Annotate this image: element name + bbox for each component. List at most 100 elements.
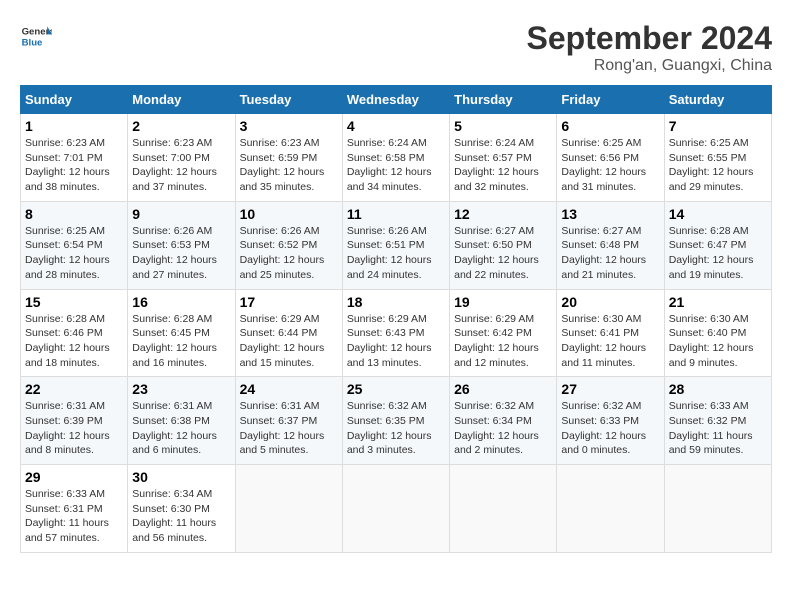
day-number: 23 — [132, 381, 230, 397]
calendar-day-cell: 9 Sunrise: 6:26 AM Sunset: 6:53 PM Dayli… — [128, 201, 235, 289]
calendar-day-cell: 20 Sunrise: 6:30 AM Sunset: 6:41 PM Dayl… — [557, 289, 664, 377]
day-detail: Sunrise: 6:31 AM Sunset: 6:39 PM Dayligh… — [25, 399, 123, 458]
calendar-day-cell: 22 Sunrise: 6:31 AM Sunset: 6:39 PM Dayl… — [21, 377, 128, 465]
calendar-day-cell — [664, 465, 771, 553]
day-number: 15 — [25, 294, 123, 310]
day-number: 5 — [454, 118, 552, 134]
day-detail: Sunrise: 6:29 AM Sunset: 6:43 PM Dayligh… — [347, 312, 445, 371]
day-number: 20 — [561, 294, 659, 310]
calendar-day-cell: 10 Sunrise: 6:26 AM Sunset: 6:52 PM Dayl… — [235, 201, 342, 289]
day-number: 25 — [347, 381, 445, 397]
calendar-day-cell — [450, 465, 557, 553]
day-number: 27 — [561, 381, 659, 397]
calendar-day-cell: 30 Sunrise: 6:34 AM Sunset: 6:30 PM Dayl… — [128, 465, 235, 553]
location: Rong'an, Guangxi, China — [527, 57, 772, 75]
day-of-week-header: Tuesday — [235, 86, 342, 114]
day-detail: Sunrise: 6:32 AM Sunset: 6:34 PM Dayligh… — [454, 399, 552, 458]
calendar-week-row: 8 Sunrise: 6:25 AM Sunset: 6:54 PM Dayli… — [21, 201, 772, 289]
day-number: 4 — [347, 118, 445, 134]
day-detail: Sunrise: 6:30 AM Sunset: 6:40 PM Dayligh… — [669, 312, 767, 371]
calendar-day-cell: 2 Sunrise: 6:23 AM Sunset: 7:00 PM Dayli… — [128, 114, 235, 202]
day-detail: Sunrise: 6:30 AM Sunset: 6:41 PM Dayligh… — [561, 312, 659, 371]
calendar-day-cell: 26 Sunrise: 6:32 AM Sunset: 6:34 PM Dayl… — [450, 377, 557, 465]
calendar-day-cell: 14 Sunrise: 6:28 AM Sunset: 6:47 PM Dayl… — [664, 201, 771, 289]
day-detail: Sunrise: 6:33 AM Sunset: 6:32 PM Dayligh… — [669, 399, 767, 458]
day-detail: Sunrise: 6:31 AM Sunset: 6:37 PM Dayligh… — [240, 399, 338, 458]
calendar-week-row: 15 Sunrise: 6:28 AM Sunset: 6:46 PM Dayl… — [21, 289, 772, 377]
calendar-week-row: 1 Sunrise: 6:23 AM Sunset: 7:01 PM Dayli… — [21, 114, 772, 202]
month-title: September 2024 — [527, 20, 772, 57]
calendar-day-cell: 25 Sunrise: 6:32 AM Sunset: 6:35 PM Dayl… — [342, 377, 449, 465]
calendar-day-cell: 3 Sunrise: 6:23 AM Sunset: 6:59 PM Dayli… — [235, 114, 342, 202]
calendar-day-cell: 18 Sunrise: 6:29 AM Sunset: 6:43 PM Dayl… — [342, 289, 449, 377]
day-number: 17 — [240, 294, 338, 310]
day-number: 24 — [240, 381, 338, 397]
calendar-day-cell: 15 Sunrise: 6:28 AM Sunset: 6:46 PM Dayl… — [21, 289, 128, 377]
calendar-day-cell: 21 Sunrise: 6:30 AM Sunset: 6:40 PM Dayl… — [664, 289, 771, 377]
calendar-day-cell: 7 Sunrise: 6:25 AM Sunset: 6:55 PM Dayli… — [664, 114, 771, 202]
day-detail: Sunrise: 6:28 AM Sunset: 6:47 PM Dayligh… — [669, 224, 767, 283]
calendar-day-cell: 5 Sunrise: 6:24 AM Sunset: 6:57 PM Dayli… — [450, 114, 557, 202]
day-detail: Sunrise: 6:28 AM Sunset: 6:46 PM Dayligh… — [25, 312, 123, 371]
day-of-week-header: Thursday — [450, 86, 557, 114]
calendar-table: SundayMondayTuesdayWednesdayThursdayFrid… — [20, 85, 772, 553]
page-header: General Blue September 2024 Rong'an, Gua… — [20, 20, 772, 75]
calendar-header-row: SundayMondayTuesdayWednesdayThursdayFrid… — [21, 86, 772, 114]
calendar-day-cell: 19 Sunrise: 6:29 AM Sunset: 6:42 PM Dayl… — [450, 289, 557, 377]
day-detail: Sunrise: 6:23 AM Sunset: 7:00 PM Dayligh… — [132, 136, 230, 195]
day-number: 13 — [561, 206, 659, 222]
day-number: 22 — [25, 381, 123, 397]
day-detail: Sunrise: 6:26 AM Sunset: 6:53 PM Dayligh… — [132, 224, 230, 283]
day-detail: Sunrise: 6:32 AM Sunset: 6:35 PM Dayligh… — [347, 399, 445, 458]
day-number: 30 — [132, 469, 230, 485]
day-number: 11 — [347, 206, 445, 222]
calendar-day-cell: 27 Sunrise: 6:32 AM Sunset: 6:33 PM Dayl… — [557, 377, 664, 465]
calendar-day-cell: 16 Sunrise: 6:28 AM Sunset: 6:45 PM Dayl… — [128, 289, 235, 377]
svg-text:Blue: Blue — [22, 38, 43, 49]
day-number: 6 — [561, 118, 659, 134]
calendar-day-cell: 24 Sunrise: 6:31 AM Sunset: 6:37 PM Dayl… — [235, 377, 342, 465]
day-number: 26 — [454, 381, 552, 397]
calendar-day-cell: 28 Sunrise: 6:33 AM Sunset: 6:32 PM Dayl… — [664, 377, 771, 465]
day-detail: Sunrise: 6:25 AM Sunset: 6:54 PM Dayligh… — [25, 224, 123, 283]
logo: General Blue — [20, 20, 52, 52]
day-number: 28 — [669, 381, 767, 397]
calendar-day-cell: 6 Sunrise: 6:25 AM Sunset: 6:56 PM Dayli… — [557, 114, 664, 202]
day-detail: Sunrise: 6:33 AM Sunset: 6:31 PM Dayligh… — [25, 487, 123, 546]
day-detail: Sunrise: 6:31 AM Sunset: 6:38 PM Dayligh… — [132, 399, 230, 458]
calendar-day-cell: 8 Sunrise: 6:25 AM Sunset: 6:54 PM Dayli… — [21, 201, 128, 289]
day-of-week-header: Monday — [128, 86, 235, 114]
calendar-day-cell: 17 Sunrise: 6:29 AM Sunset: 6:44 PM Dayl… — [235, 289, 342, 377]
day-number: 7 — [669, 118, 767, 134]
day-of-week-header: Friday — [557, 86, 664, 114]
calendar-day-cell — [342, 465, 449, 553]
title-block: September 2024 Rong'an, Guangxi, China — [527, 20, 772, 75]
calendar-day-cell: 12 Sunrise: 6:27 AM Sunset: 6:50 PM Dayl… — [450, 201, 557, 289]
day-number: 16 — [132, 294, 230, 310]
day-detail: Sunrise: 6:24 AM Sunset: 6:57 PM Dayligh… — [454, 136, 552, 195]
day-number: 10 — [240, 206, 338, 222]
day-of-week-header: Wednesday — [342, 86, 449, 114]
day-number: 19 — [454, 294, 552, 310]
day-number: 8 — [25, 206, 123, 222]
calendar-day-cell: 1 Sunrise: 6:23 AM Sunset: 7:01 PM Dayli… — [21, 114, 128, 202]
calendar-day-cell — [557, 465, 664, 553]
calendar-day-cell: 11 Sunrise: 6:26 AM Sunset: 6:51 PM Dayl… — [342, 201, 449, 289]
day-number: 2 — [132, 118, 230, 134]
day-number: 14 — [669, 206, 767, 222]
day-detail: Sunrise: 6:23 AM Sunset: 6:59 PM Dayligh… — [240, 136, 338, 195]
day-detail: Sunrise: 6:27 AM Sunset: 6:50 PM Dayligh… — [454, 224, 552, 283]
day-number: 29 — [25, 469, 123, 485]
day-detail: Sunrise: 6:24 AM Sunset: 6:58 PM Dayligh… — [347, 136, 445, 195]
logo-icon: General Blue — [20, 20, 52, 52]
day-number: 9 — [132, 206, 230, 222]
calendar-week-row: 22 Sunrise: 6:31 AM Sunset: 6:39 PM Dayl… — [21, 377, 772, 465]
day-detail: Sunrise: 6:23 AM Sunset: 7:01 PM Dayligh… — [25, 136, 123, 195]
day-detail: Sunrise: 6:26 AM Sunset: 6:51 PM Dayligh… — [347, 224, 445, 283]
day-of-week-header: Saturday — [664, 86, 771, 114]
day-detail: Sunrise: 6:28 AM Sunset: 6:45 PM Dayligh… — [132, 312, 230, 371]
day-number: 21 — [669, 294, 767, 310]
day-detail: Sunrise: 6:34 AM Sunset: 6:30 PM Dayligh… — [132, 487, 230, 546]
calendar-day-cell: 29 Sunrise: 6:33 AM Sunset: 6:31 PM Dayl… — [21, 465, 128, 553]
day-detail: Sunrise: 6:29 AM Sunset: 6:42 PM Dayligh… — [454, 312, 552, 371]
